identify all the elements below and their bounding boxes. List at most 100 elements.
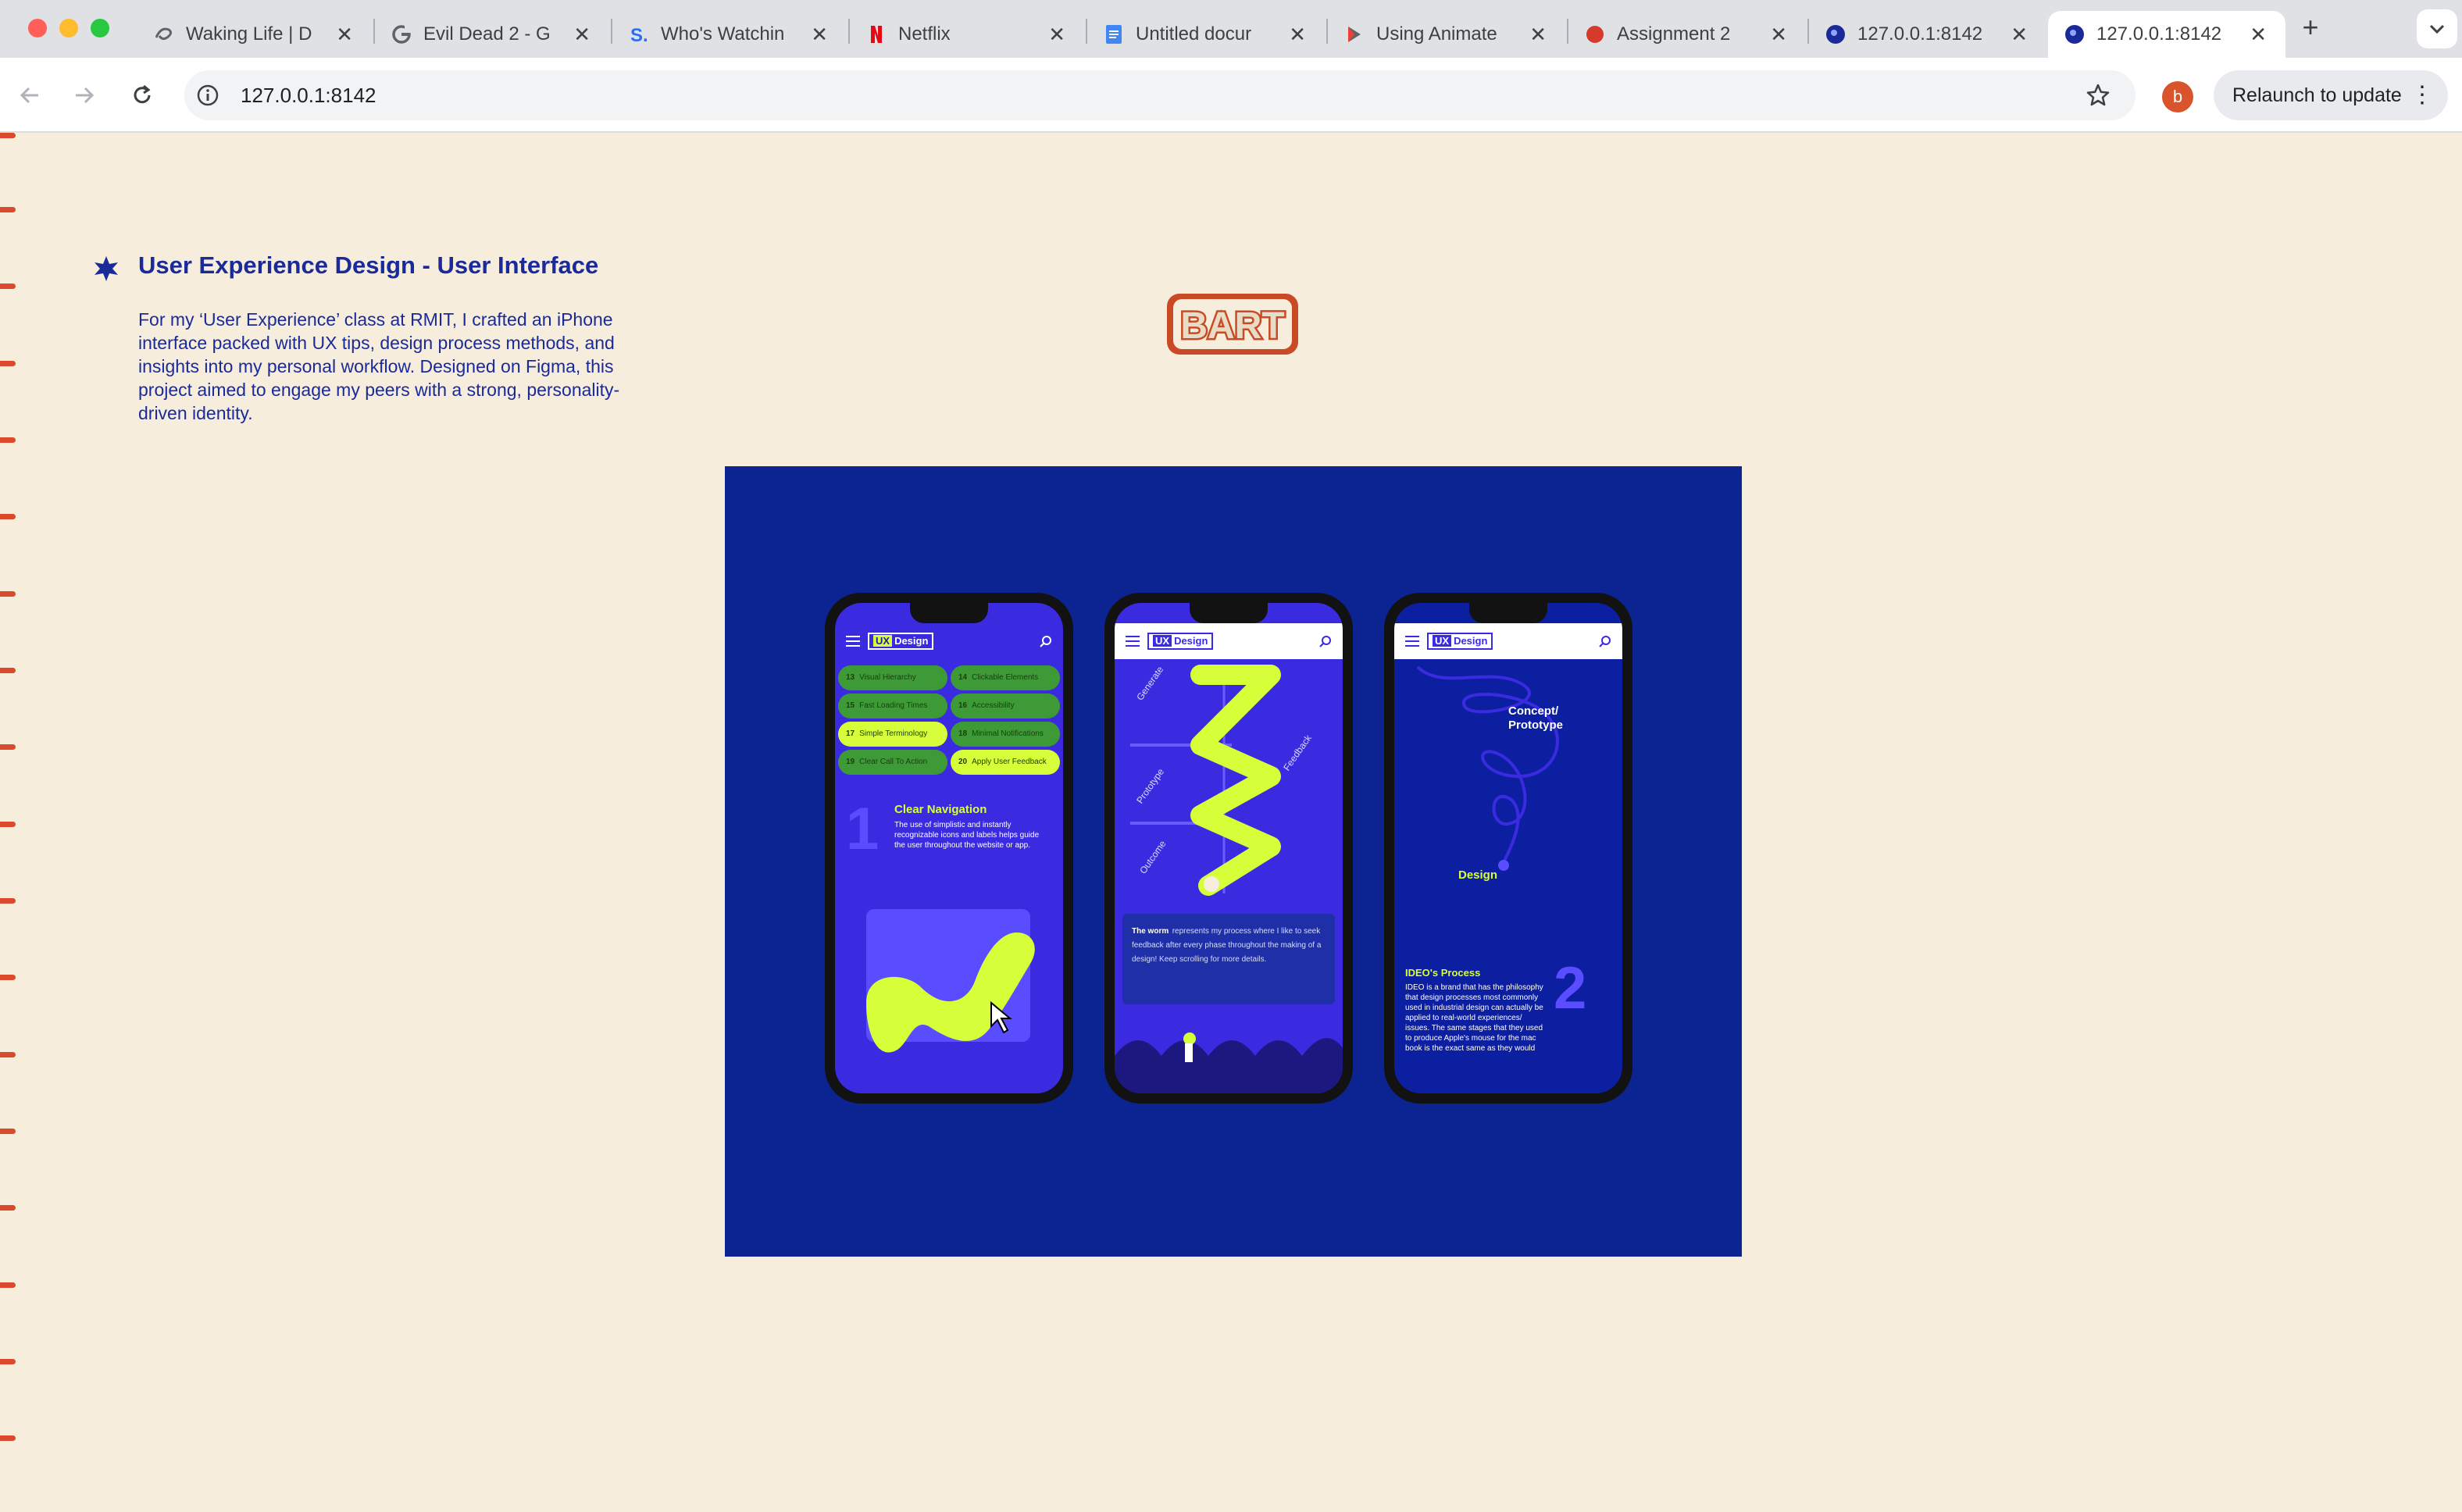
app-header: UX Design xyxy=(1115,623,1343,659)
edge-dash xyxy=(0,668,16,673)
tab-waking-life[interactable]: Waking Life | D ✕ xyxy=(137,11,372,58)
project-hero-image: UX Design 13 Visual Hierarchy 14 Clickable … xyxy=(725,466,1742,1257)
tab-search-button[interactable] xyxy=(2417,9,2457,48)
search-icon xyxy=(1319,636,1331,647)
chevron-down-icon xyxy=(2429,24,2445,34)
site-dot-icon xyxy=(2064,23,2086,45)
hamburger-menu-icon xyxy=(846,636,860,647)
tab-title: 127.0.0.1:8142 xyxy=(2096,23,2222,45)
page-content: User Experience Design - User Interface … xyxy=(0,133,2462,1512)
tab-title: 127.0.0.1:8142 xyxy=(1857,23,1983,45)
close-tab-icon[interactable]: ✕ xyxy=(573,23,591,47)
relaunch-to-update-button[interactable]: Relaunch to update ⋮ xyxy=(2214,70,2448,120)
tip-pill: 14 Clickable Elements xyxy=(951,665,1060,690)
edge-dash xyxy=(0,1052,16,1057)
ux-design-badge: UX Design xyxy=(1427,633,1493,650)
section-text: IDEO is a brand that has the philosophy … xyxy=(1405,983,1543,1053)
step-number: 2 xyxy=(1554,955,1587,1022)
address-bar[interactable]: 127.0.0.1:8142 xyxy=(184,70,2136,120)
design-label: Design xyxy=(1458,868,1498,882)
hamburger-menu-icon xyxy=(1405,636,1419,647)
tip-pill: 15 Fast Loading Times xyxy=(838,694,947,719)
tab-localhost-active[interactable]: 127.0.0.1:8142 ✕ xyxy=(2048,11,2285,58)
star-bullet-icon xyxy=(95,256,118,281)
minimize-window-button[interactable] xyxy=(59,19,78,37)
phone-screen: UX Design 13 Visual Hierarchy 14 Clickable … xyxy=(835,603,1063,1093)
tab-assignment-2[interactable]: Assignment 2 ✕ xyxy=(1568,11,1806,58)
edge-dash xyxy=(0,898,16,904)
close-tab-icon[interactable]: ✕ xyxy=(1770,23,1787,47)
svg-text:S.: S. xyxy=(630,25,648,45)
new-tab-button[interactable]: + xyxy=(2292,11,2329,44)
relaunch-label: Relaunch to update xyxy=(2232,84,2402,106)
tab-title: Assignment 2 xyxy=(1617,23,1731,45)
more-vert-icon[interactable]: ⋮ xyxy=(2410,70,2434,120)
app-header: UX Design xyxy=(835,623,1063,659)
section-title: Clear Navigation xyxy=(894,803,987,816)
phone-screen: UX Design Generate Feedback Prototype Out… xyxy=(1115,603,1343,1093)
bookmark-star-icon[interactable] xyxy=(2082,80,2114,111)
edge-dash xyxy=(0,361,16,366)
arrow-right-icon xyxy=(76,87,95,104)
red-blob-icon xyxy=(1584,23,1606,45)
close-tab-icon[interactable]: ✕ xyxy=(1529,23,1547,47)
profile-avatar[interactable]: b xyxy=(2162,81,2193,112)
hamburger-menu-icon xyxy=(1126,636,1140,647)
logo-text: BART xyxy=(1180,305,1284,347)
close-tab-icon[interactable]: ✕ xyxy=(811,23,828,47)
tip-pill: 16 Accessibility xyxy=(951,694,1060,719)
edge-dash xyxy=(0,1129,16,1134)
url-text[interactable]: 127.0.0.1:8142 xyxy=(241,70,376,120)
tip-pill-highlighted: 20 Apply User Feedback xyxy=(951,750,1060,775)
arrow-left-icon xyxy=(20,87,38,104)
google-docs-icon xyxy=(1103,23,1125,45)
worm-info-card: The worm represents my process where I l… xyxy=(1122,914,1335,1004)
bart-logo[interactable]: BART xyxy=(1164,289,1301,359)
phone-screen: UX Design Concept/ Prototype Design 2 IDE… xyxy=(1394,603,1622,1093)
tab-evil-dead[interactable]: Evil Dead 2 - G ✕ xyxy=(375,11,609,58)
edge-dash xyxy=(0,822,16,827)
netflix-icon xyxy=(865,23,887,45)
close-tab-icon[interactable]: ✕ xyxy=(1289,23,1306,47)
tab-title: Untitled docur xyxy=(1136,23,1252,45)
edge-dash xyxy=(0,591,16,597)
ux-design-badge: UX Design xyxy=(1147,633,1214,650)
squiggle-process-illustration xyxy=(1416,665,1559,871)
tip-pill: 18 Minimal Notifications xyxy=(951,722,1060,747)
site-info-icon[interactable] xyxy=(192,80,223,111)
close-tab-icon[interactable]: ✕ xyxy=(336,23,353,47)
tab-title: Netflix xyxy=(898,23,951,45)
tab-whos-watching[interactable]: S. Who's Watchin ✕ xyxy=(612,11,847,58)
close-tab-icon[interactable]: ✕ xyxy=(2011,23,2028,47)
tab-untitled-doc[interactable]: Untitled docur ✕ xyxy=(1087,11,1325,58)
section-text: The use of simplistic and instantly reco… xyxy=(894,821,1040,850)
tab-title: Waking Life | D xyxy=(186,23,312,45)
app-header: UX Design xyxy=(1394,623,1622,659)
close-tab-icon[interactable]: ✕ xyxy=(2250,23,2267,47)
tab-localhost-1[interactable]: 127.0.0.1:8142 ✕ xyxy=(1809,11,2046,58)
edge-dash xyxy=(0,514,16,519)
card-bold-text: The worm xyxy=(1132,927,1169,936)
tab-using-animate[interactable]: Using Animate ✕ xyxy=(1328,11,1565,58)
tab-title: Who's Watchin xyxy=(661,23,785,45)
edge-dash xyxy=(0,1282,16,1288)
letterboxd-icon xyxy=(153,23,175,45)
forward-button[interactable] xyxy=(66,77,103,114)
zoom-window-button[interactable] xyxy=(91,19,109,37)
edge-dash xyxy=(0,744,16,750)
tab-title: Evil Dead 2 - G xyxy=(423,23,551,45)
close-tab-icon[interactable]: ✕ xyxy=(1048,23,1065,47)
edge-dash xyxy=(0,1359,16,1364)
phone-notch xyxy=(910,603,988,623)
back-button[interactable] xyxy=(11,77,48,114)
tip-pill: 19 Clear Call To Action xyxy=(838,750,947,775)
edge-dash xyxy=(0,133,16,138)
edge-dash xyxy=(0,284,16,289)
close-window-button[interactable] xyxy=(28,19,47,37)
hills-illustration xyxy=(1115,1032,1343,1093)
edge-dash xyxy=(0,207,16,212)
reload-button[interactable] xyxy=(123,77,161,114)
tab-netflix[interactable]: Netflix ✕ xyxy=(850,11,1084,58)
phone-mockup-2: UX Design Generate Feedback Prototype Out… xyxy=(1104,593,1353,1104)
tip-pill: 13 Visual Hierarchy xyxy=(838,665,947,690)
